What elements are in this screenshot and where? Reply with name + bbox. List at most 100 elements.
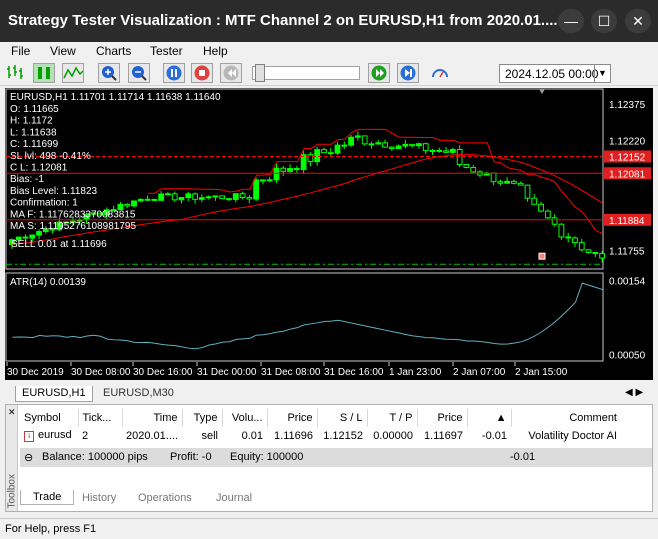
candle-body bbox=[253, 179, 260, 200]
candles-button[interactable] bbox=[33, 63, 55, 83]
close-icon[interactable]: ✕ bbox=[8, 407, 16, 418]
col-symbol[interactable]: Symbol bbox=[20, 409, 79, 427]
cell-type: sell bbox=[201, 429, 218, 442]
chart-info-line: C: 1.11699 bbox=[10, 139, 59, 150]
candle-body bbox=[578, 242, 585, 251]
close-icon: ✕ bbox=[632, 12, 644, 29]
candle-body bbox=[29, 234, 36, 239]
chart-tab-eurusd-h1[interactable]: EURUSD,H1 bbox=[15, 386, 93, 402]
sell-marker-icon bbox=[538, 252, 546, 260]
candle-body bbox=[592, 251, 599, 255]
chevron-down-icon[interactable]: ▼ bbox=[594, 65, 610, 82]
col-price[interactable]: Price bbox=[267, 409, 318, 427]
status-bar: For Help, press F1 bbox=[0, 518, 658, 539]
bar-chart-button[interactable] bbox=[5, 63, 27, 83]
chart-canvas[interactable]: 1.12375 1.12220 1.12152 1.12081 1.11884 1.117… bbox=[5, 88, 653, 380]
time-tick-label: 2 Jan 07:00 bbox=[453, 367, 506, 378]
price-tick-label: 1.12152 bbox=[609, 152, 646, 163]
candle-body bbox=[585, 249, 592, 253]
price-axis: 1.12375 1.12220 1.12152 1.12081 1.11884 1.117… bbox=[603, 100, 651, 361]
minimize-icon: — bbox=[564, 13, 578, 29]
maximize-button[interactable]: ☐ bbox=[591, 9, 617, 33]
price-tick-label: 1.11884 bbox=[609, 216, 645, 227]
zoom-out-icon bbox=[132, 66, 147, 81]
candle-body bbox=[293, 168, 300, 171]
candle-body bbox=[565, 236, 572, 239]
rewind-button[interactable] bbox=[220, 63, 242, 83]
line-chart-button[interactable] bbox=[62, 63, 84, 83]
cell-time: 2020.01.... bbox=[126, 429, 178, 442]
equity-value: Equity: 100000 bbox=[230, 451, 304, 463]
cell-volume: 0.01 bbox=[241, 429, 263, 442]
close-button[interactable]: ✕ bbox=[625, 9, 651, 33]
atr-pane-frame bbox=[5, 272, 604, 362]
stop-button[interactable] bbox=[191, 63, 213, 83]
line-chart-icon bbox=[63, 66, 84, 79]
col-ticket[interactable]: Tick... bbox=[78, 409, 123, 427]
step-button[interactable] bbox=[397, 63, 419, 83]
speedometer-button[interactable] bbox=[430, 63, 452, 83]
col-type[interactable]: Type bbox=[182, 409, 223, 427]
candle-body bbox=[321, 149, 327, 154]
col-comment[interactable]: Comment bbox=[511, 409, 621, 427]
time-tick-label: 30 Dec 2019 bbox=[7, 367, 64, 378]
candle-body bbox=[341, 144, 348, 147]
tab-operations[interactable]: Operations bbox=[138, 492, 192, 504]
menu-file[interactable]: File bbox=[11, 44, 30, 58]
candle-body bbox=[239, 193, 246, 199]
chart-tab-eurusd-m30[interactable]: EURUSD,M30 bbox=[97, 386, 180, 402]
menu-view[interactable]: View bbox=[50, 44, 76, 58]
collapse-icon[interactable]: ⊖ bbox=[24, 451, 33, 464]
candle-body bbox=[544, 210, 551, 219]
col-current-price[interactable]: Price bbox=[417, 409, 468, 427]
candle-body bbox=[219, 195, 226, 200]
col-tp[interactable]: T / P bbox=[367, 409, 418, 427]
candle-body bbox=[449, 149, 456, 153]
speed-slider[interactable] bbox=[252, 64, 360, 82]
price-tick-label: 1.12220 bbox=[609, 136, 646, 147]
time-tick-label: 31 Dec 08:00 bbox=[261, 367, 321, 378]
menu-tester[interactable]: Tester bbox=[150, 44, 183, 58]
title-bar: Strategy Tester Visualization : MTF Chan… bbox=[0, 0, 658, 42]
tab-trade[interactable]: Trade bbox=[20, 490, 75, 505]
menu-charts[interactable]: Charts bbox=[96, 44, 131, 58]
balance-value: Balance: 100000 pips bbox=[42, 451, 148, 463]
cell-comment: Volatility Doctor AI bbox=[528, 429, 617, 442]
candle-body bbox=[198, 197, 205, 200]
tab-journal[interactable]: Journal bbox=[216, 492, 252, 504]
candle-body bbox=[280, 167, 287, 172]
date-selector[interactable]: 2024.12.05 00:00 ▼ bbox=[499, 64, 611, 83]
time-tick-label: 1 Jan 23:00 bbox=[389, 367, 442, 378]
candle-body bbox=[402, 143, 409, 147]
toolbox-label: Toolbox bbox=[6, 474, 18, 509]
minimize-button[interactable]: — bbox=[558, 9, 584, 33]
candle-body bbox=[538, 203, 544, 212]
candle-body bbox=[497, 181, 504, 184]
candle-body bbox=[232, 193, 239, 200]
col-sl[interactable]: S / L bbox=[317, 409, 368, 427]
col-profit[interactable]: ▲ bbox=[467, 409, 512, 427]
menu-help[interactable]: Help bbox=[203, 44, 228, 58]
price-chart[interactable]: 1.12375 1.12220 1.12152 1.12081 1.11884 1.117… bbox=[5, 88, 653, 380]
tab-scroll-arrows[interactable]: ◀ ▶ bbox=[625, 387, 643, 398]
col-volume[interactable]: Volu... bbox=[222, 409, 268, 427]
price-tick-label: 1.12375 bbox=[609, 100, 646, 111]
speed-slider-handle[interactable] bbox=[255, 64, 265, 82]
time-tick-label: 2 Jan 15:00 bbox=[515, 367, 568, 378]
candle-body bbox=[348, 136, 354, 146]
candle-body bbox=[409, 143, 416, 147]
candle-body bbox=[375, 142, 382, 145]
pause-button[interactable] bbox=[163, 63, 185, 83]
candle-body bbox=[212, 195, 219, 198]
table-row[interactable]: ⇂ eurusd 2 2020.01.... sell 0.01 1.11696 … bbox=[20, 427, 621, 444]
zoom-out-button[interactable] bbox=[128, 63, 150, 83]
zoom-in-button[interactable] bbox=[98, 63, 120, 83]
play-button[interactable] bbox=[368, 63, 390, 83]
candle-body bbox=[524, 184, 531, 199]
tab-history[interactable]: History bbox=[82, 492, 116, 504]
col-time[interactable]: Time bbox=[122, 409, 183, 427]
candle-body bbox=[517, 182, 524, 186]
pause-icon bbox=[166, 65, 182, 81]
zoom-in-icon bbox=[102, 66, 117, 81]
ma-fast-line bbox=[148, 128, 603, 235]
